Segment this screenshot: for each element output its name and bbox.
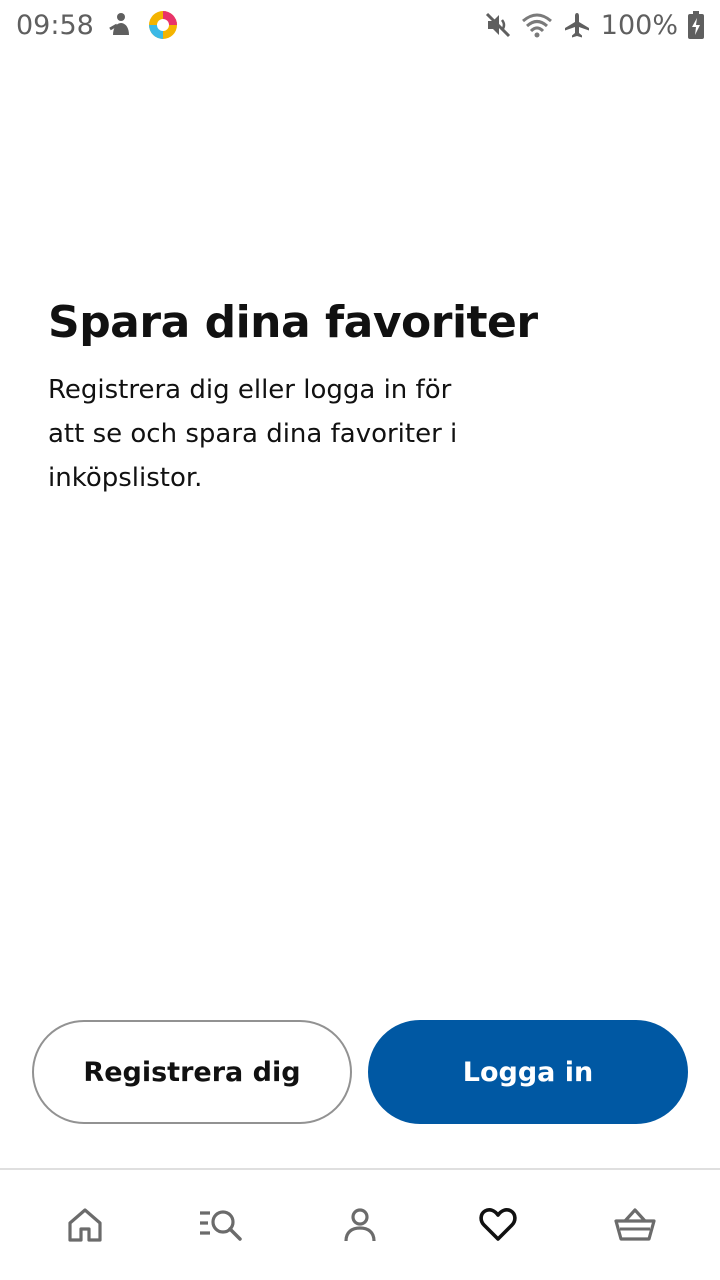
- register-button[interactable]: Registrera dig: [32, 1020, 352, 1124]
- heart-icon: [478, 1205, 518, 1245]
- page-title: Spara dina favoriter: [48, 297, 538, 348]
- home-icon: [65, 1205, 105, 1245]
- app-logo-icon: [148, 10, 178, 40]
- battery-charging-icon: [688, 11, 704, 39]
- profile-icon: [340, 1205, 380, 1245]
- bottom-navigation: [0, 1168, 720, 1280]
- status-bar: 09:58 100%: [0, 0, 720, 50]
- search-list-icon: [198, 1205, 246, 1245]
- nav-basket[interactable]: [595, 1185, 675, 1265]
- nav-favorites[interactable]: [458, 1185, 538, 1265]
- nav-home[interactable]: [45, 1185, 125, 1265]
- notification-icon: [108, 11, 134, 39]
- status-right: 100%: [485, 10, 704, 41]
- login-button[interactable]: Logga in: [368, 1020, 688, 1124]
- status-time: 09:58: [16, 9, 94, 41]
- status-left: 09:58: [16, 10, 178, 41]
- airplane-mode-icon: [563, 11, 591, 39]
- auth-buttons: Registrera dig Logga in: [32, 1020, 688, 1124]
- basket-icon: [613, 1205, 657, 1245]
- nav-search[interactable]: [182, 1185, 262, 1265]
- nav-profile[interactable]: [320, 1185, 400, 1265]
- page-description: Registrera dig eller logga in för att se…: [48, 375, 458, 493]
- battery-percent: 100%: [600, 9, 678, 41]
- mute-icon: [485, 12, 511, 38]
- favorites-empty-state: Spara dina favoriter Registrera dig elle…: [48, 292, 568, 500]
- wifi-icon: [521, 12, 553, 38]
